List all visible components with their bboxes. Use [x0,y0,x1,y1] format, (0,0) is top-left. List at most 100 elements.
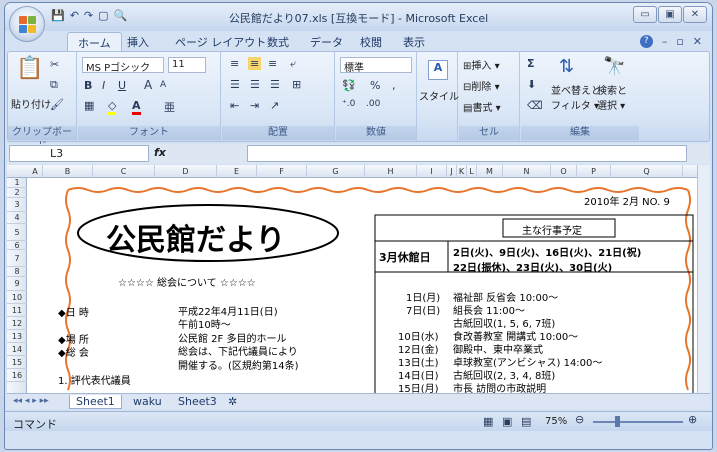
worksheet-grid[interactable]: ABCDEFGHIJKLMNOPQ 1 2 3 4 5 6 7 8 9 10 11 12 13 14 15 1… [7,165,700,393]
sort-filter-button[interactable]: 並べ替えと フィルタ ▾ [551,82,601,112]
wrap-text-icon[interactable]: ⤶ [290,57,296,71]
column-header[interactable]: K [457,165,467,178]
orientation-icon[interactable]: ↗ [270,99,279,112]
row-header[interactable]: 14 [7,343,27,356]
percent-button[interactable]: % [370,79,380,92]
page-layout-view-icon[interactable]: ▣ [502,415,512,428]
row-header[interactable]: 13 [7,330,27,343]
decrease-decimal-icon[interactable]: .00 [366,99,380,109]
column-header[interactable]: J [447,165,457,178]
close-button[interactable]: ✕ [683,6,707,23]
sheet-nav-icon[interactable]: ◂◂ ◂ ▸ ▸▸ [7,395,55,409]
bold-button[interactable]: B [84,79,92,92]
autosum-button[interactable]: Σ [527,57,535,70]
tab-view[interactable]: 表示 [403,34,425,50]
tab-insert[interactable]: 挿入 [127,34,149,50]
row-header[interactable]: 10 [7,291,27,304]
font-color-icon[interactable]: A [132,99,141,115]
sort-filter-icon[interactable]: ⇅ [559,56,574,77]
column-header[interactable]: I [417,165,447,178]
row-header[interactable]: 9 [7,277,27,291]
column-header[interactable]: O [551,165,577,178]
copy-icon[interactable]: ⧉ [50,78,58,92]
tab-review[interactable]: 校閲 [360,34,382,50]
normal-view-icon[interactable]: ▦ [483,415,493,428]
tab-sheet3[interactable]: Sheet3 [172,395,223,409]
merge-center-icon[interactable]: ⊞ [292,78,301,91]
align-top-icon[interactable]: ≡ [230,57,239,70]
tab-waku[interactable]: waku [127,395,168,409]
tab-data[interactable]: データ [310,34,343,50]
align-right-icon[interactable]: ☰ [270,78,280,91]
sheet-cells[interactable]: 2010年 2月 NO. 9 公民館だより 主な行事予定 3月休館日 2日(火)… [28,179,700,393]
vertical-scrollbar[interactable] [697,165,710,393]
insert-cells-button[interactable]: ⊞挿入 ▾ [463,57,500,72]
column-header[interactable]: G [307,165,365,178]
paste-icon[interactable]: 📋 [16,56,43,81]
insert-sheet-icon[interactable]: ✲ [222,395,243,409]
zoom-slider[interactable] [593,421,683,423]
phonetic-icon[interactable]: 亜 [164,99,175,115]
row-header[interactable]: 15 [7,356,27,369]
find-select-icon[interactable]: 🔭 [603,56,625,77]
row-header[interactable]: 11 [7,304,27,317]
increase-indent-icon[interactable]: ⇥ [250,99,259,112]
column-header[interactable]: H [365,165,417,178]
format-cells-button[interactable]: ▤書式 ▾ [463,99,501,114]
row-header[interactable]: 7 [7,250,27,267]
paste-button[interactable]: 貼り付け [11,96,51,111]
insert-function-button[interactable]: fx [154,146,166,159]
column-header[interactable]: L [467,165,477,178]
clear-icon[interactable]: ⌫ [527,99,543,112]
shrink-font-button[interactable]: A [160,80,166,90]
column-header[interactable]: C [93,165,155,178]
tab-home[interactable]: ホーム [67,32,122,52]
font-name-select[interactable]: MS Pゴシック [82,57,164,74]
find-select-button[interactable]: 検索と 選択 ▾ [597,82,627,112]
styles-button[interactable]: スタイル [419,88,459,103]
increase-decimal-icon[interactable]: ⁺.0 [342,99,355,109]
comma-button[interactable]: , [392,79,396,92]
row-header[interactable]: 6 [7,241,27,250]
cut-icon[interactable]: ✂ [50,58,59,71]
workbook-close-button[interactable]: ✕ [693,35,702,48]
row-header[interactable]: 2 [7,188,27,198]
underline-button[interactable]: U [118,79,126,92]
delete-cells-button[interactable]: ⊟削除 ▾ [463,78,500,93]
styles-icon[interactable]: A [428,60,448,80]
column-header[interactable]: F [257,165,307,178]
fill-icon[interactable]: ⬇ [527,78,536,91]
column-header[interactable]: B [43,165,93,178]
column-header[interactable]: Q [611,165,683,178]
tab-sheet1[interactable]: Sheet1 [69,395,122,409]
align-center-icon[interactable]: ☰ [250,78,260,91]
help-icon[interactable]: ? [639,35,653,48]
number-format-select[interactable]: 標準 [340,57,412,74]
font-size-select[interactable]: 11 [168,57,206,73]
align-left-icon[interactable]: ☰ [230,78,240,91]
row-header[interactable]: 12 [7,317,27,330]
align-middle-icon[interactable]: ≡ [248,57,262,70]
border-icon[interactable]: ▦ [84,99,94,112]
office-button[interactable] [9,6,45,42]
column-header[interactable]: A [28,165,43,178]
column-header[interactable]: D [155,165,217,178]
row-header[interactable]: 1 [7,178,27,188]
formula-input[interactable] [247,145,687,162]
maximize-button[interactable]: ▣ [658,6,682,23]
row-header[interactable]: 16 [7,369,27,382]
column-header[interactable]: P [577,165,611,178]
decrease-indent-icon[interactable]: ⇤ [230,99,239,112]
row-header[interactable]: 3 [7,198,27,212]
tab-page-layout[interactable]: ページ レイアウト [175,34,266,50]
align-bottom-icon[interactable]: ≡ [268,57,277,70]
zoom-in-icon[interactable]: ⊕ [688,413,697,426]
zoom-out-icon[interactable]: ⊖ [575,413,584,426]
currency-icon[interactable]: 💱 [342,79,356,92]
ribbon-restore-button[interactable]: ▫ [676,35,683,48]
row-header[interactable]: 5 [7,224,27,241]
column-header[interactable]: M [477,165,503,178]
grow-font-button[interactable]: A [144,78,152,92]
minimize-button[interactable]: ▭ [633,6,657,23]
column-header[interactable]: N [503,165,551,178]
